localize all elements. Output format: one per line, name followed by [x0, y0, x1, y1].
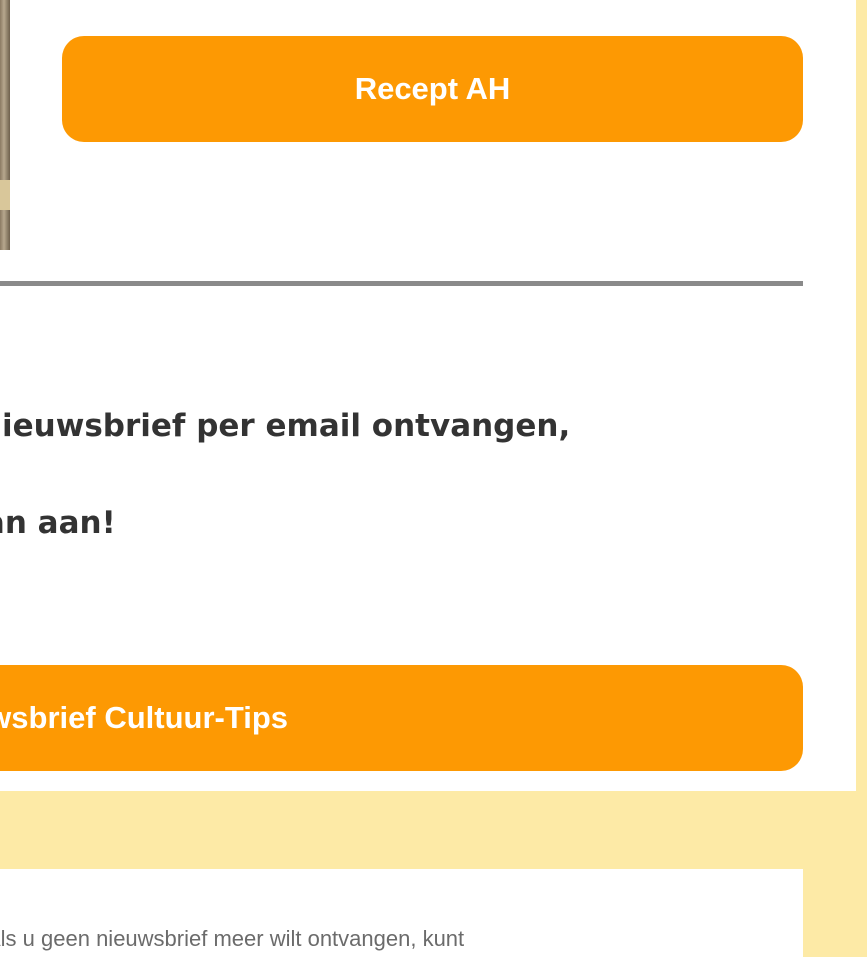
recipe-photo[interactable]: [0, 0, 10, 250]
recipe-ah-button[interactable]: Recept AH: [62, 36, 803, 142]
unsubscribe-text-content: Als u geen nieuwsbrief meer wilt ontvang…: [0, 926, 465, 951]
newsletter-signup-button-clip: Nieuwsbrief Cultuur-Tips: [0, 665, 800, 771]
signup-text-line-2-content: meld u zich dan aan!: [0, 505, 116, 541]
signup-text-line-2: meld u zich dan aan!: [0, 505, 803, 541]
recipe-ah-button-label: Recept AH: [354, 71, 511, 106]
newsletter-signup-button-label: Nieuwsbrief Cultuur-Tips: [0, 700, 289, 735]
footer-panel: Als u geen nieuwsbrief meer wilt ontvang…: [0, 869, 803, 957]
signup-text-line-1-content: Wilt u de nieuwsbrief per email ontvange…: [0, 408, 571, 444]
signup-text-line-1: Wilt u de nieuwsbrief per email ontvange…: [0, 408, 803, 444]
section-divider: [0, 281, 803, 286]
newsletter-card: Recept AH Wilt u de nieuwsbrief per emai…: [0, 0, 856, 791]
unsubscribe-text: Als u geen nieuwsbrief meer wilt ontvang…: [0, 926, 464, 952]
newsletter-signup-button[interactable]: Nieuwsbrief Cultuur-Tips: [0, 665, 803, 771]
